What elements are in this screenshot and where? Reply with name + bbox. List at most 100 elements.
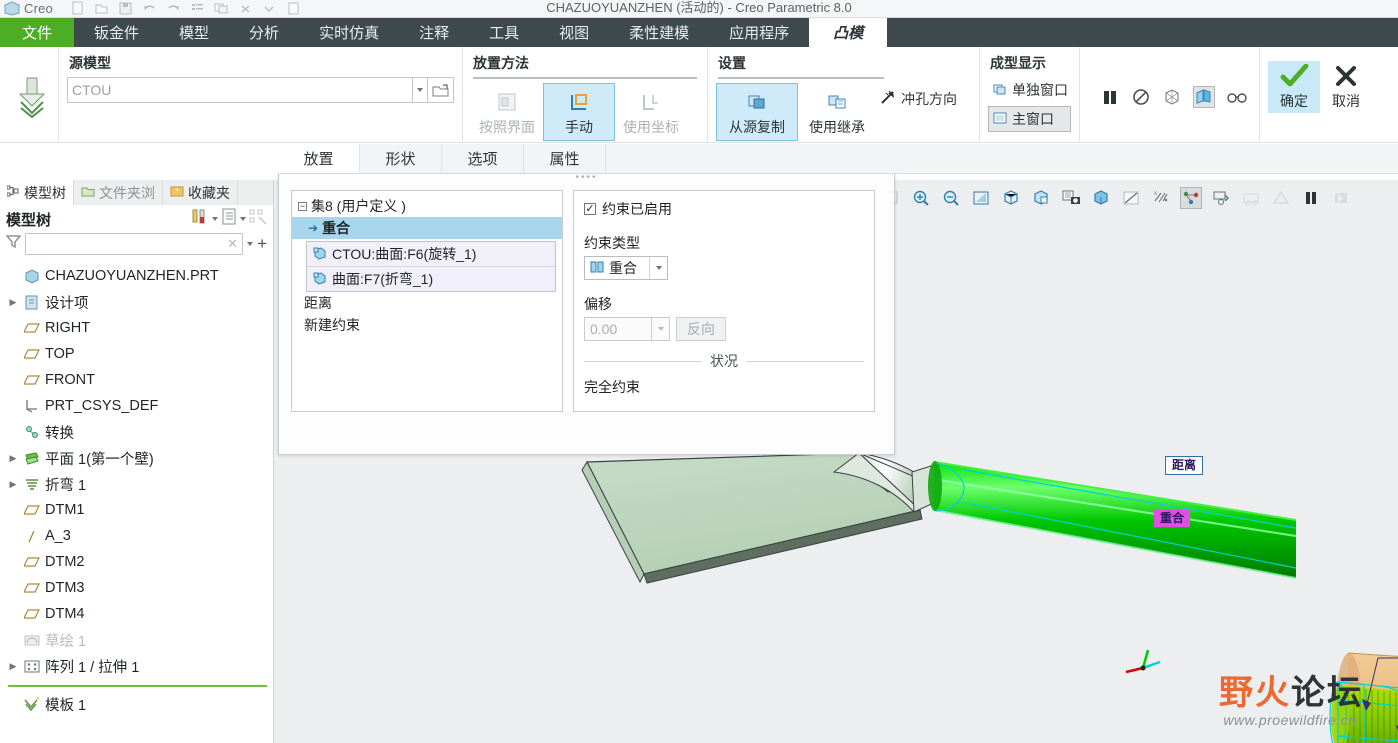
- use-inheritance-button[interactable]: 使用继承: [798, 83, 876, 141]
- customize-qat-icon[interactable]: [262, 1, 277, 16]
- constraint-type-combobox[interactable]: 重合: [584, 256, 668, 280]
- placement-by-interface-button[interactable]: 按照界面: [471, 83, 543, 141]
- chevron-down-icon[interactable]: [240, 217, 246, 221]
- ribbon-tab-sheetmetal[interactable]: 钣金件: [74, 18, 159, 47]
- ribbon-tab-flexible-modeling[interactable]: 柔性建模: [609, 18, 709, 47]
- open-file-icon[interactable]: [94, 1, 109, 16]
- tree-node-dtm1[interactable]: DTM1: [0, 497, 273, 523]
- nav-tab-folder-browser[interactable]: 文件夹浏: [74, 180, 163, 205]
- shaded-preview-icon[interactable]: [1193, 85, 1215, 108]
- tree-node-dtm4[interactable]: DTM4: [0, 601, 273, 627]
- source-model-open-button[interactable]: [428, 77, 454, 103]
- tree-node-form-1[interactable]: * 模板 1: [0, 691, 273, 717]
- ribbon-tab-view[interactable]: 视图: [539, 18, 609, 47]
- tree-node-transform[interactable]: 转换: [0, 419, 273, 445]
- tree-node-right[interactable]: RIGHT: [0, 315, 273, 341]
- separate-window-toggle[interactable]: 单独窗口: [988, 77, 1071, 103]
- wireframe-preview-icon[interactable]: [1162, 86, 1182, 108]
- reference-row-1[interactable]: CTOU:曲面:F6(旋转_1): [307, 242, 555, 266]
- constraint-enabled-row[interactable]: ✓ 约束已启用: [584, 199, 864, 219]
- placement-slideup-panel[interactable]: •••• − 集8 (用户定义 ) ➔ 重合 CTOU:曲面:F6(旋转_1) …: [278, 173, 895, 455]
- annotation-tag-distance[interactable]: 距离: [1165, 456, 1204, 475]
- dashboard-tab-placement[interactable]: 放置: [278, 144, 360, 173]
- no-preview-icon[interactable]: [1131, 86, 1151, 108]
- ribbon-tab-model[interactable]: 模型: [159, 18, 229, 47]
- save-icon[interactable]: [118, 1, 133, 16]
- tree-node-bend-1[interactable]: ▶ 折弯 1: [0, 471, 273, 497]
- tree-node-part-root[interactable]: CHAZUOYUANZHEN.PRT: [0, 263, 273, 289]
- main-window-toggle[interactable]: 主窗口: [988, 106, 1071, 132]
- plus-icon[interactable]: +: [257, 235, 267, 252]
- offset-flip-button[interactable]: 反向: [676, 317, 726, 341]
- tree-filter-off-icon[interactable]: [249, 208, 267, 230]
- cancel-button[interactable]: 取消: [1322, 61, 1370, 113]
- annotation-tag-coincident[interactable]: 重合: [1154, 510, 1191, 527]
- ribbon-tab-file[interactable]: 文件: [0, 18, 75, 47]
- tree-node-design-items[interactable]: ▶ 设计项: [0, 289, 273, 315]
- ribbon-tab-tools[interactable]: 工具: [469, 18, 539, 47]
- tree-node-prt-csys-def[interactable]: PRT_CSYS_DEF: [0, 393, 273, 419]
- ribbon-tab-live-simulation[interactable]: 实时仿真: [299, 18, 399, 47]
- tree-expander[interactable]: ▶: [8, 661, 18, 672]
- chevron-down-icon[interactable]: [247, 242, 254, 246]
- tree-node-a3[interactable]: A_3: [0, 523, 273, 549]
- new-file-icon[interactable]: [70, 1, 85, 16]
- nav-tab-model-tree[interactable]: 模型树: [0, 180, 74, 205]
- quick-access-toolbar[interactable]: Creo: [0, 0, 301, 18]
- tree-node-top[interactable]: TOP: [0, 341, 273, 367]
- dashboard-tab-properties[interactable]: 属性: [524, 144, 606, 173]
- undo-icon[interactable]: [142, 1, 157, 16]
- tree-node-pattern-extrude[interactable]: ▶ 阵列 1 / 拉伸 1: [0, 653, 273, 679]
- constraint-node-coincident[interactable]: ➔ 重合: [292, 217, 562, 239]
- tree-node-sketch-1[interactable]: 草绘 1: [0, 627, 273, 653]
- punch-direction-button[interactable]: 冲孔方向: [876, 87, 961, 111]
- pause-icon[interactable]: [1100, 86, 1120, 108]
- tree-node-first-wall[interactable]: ▶ 平面 1(第一个壁): [0, 445, 273, 471]
- ribbon-tab-applications[interactable]: 应用程序: [709, 18, 809, 47]
- constraint-set-list[interactable]: − 集8 (用户定义 ) ➔ 重合 CTOU:曲面:F6(旋转_1) 曲面:F7…: [291, 190, 563, 412]
- nav-tab-favorites[interactable]: * 收藏夹: [163, 180, 238, 205]
- offset-dropdown-button[interactable]: [652, 317, 670, 341]
- placement-use-csys-button[interactable]: 使用坐标: [615, 83, 687, 141]
- placement-manual-button[interactable]: 手动: [543, 83, 615, 141]
- tree-node-dtm3[interactable]: DTM3: [0, 575, 273, 601]
- glasses-preview-icon[interactable]: [1226, 86, 1248, 108]
- regenerate-icon[interactable]: [190, 1, 205, 16]
- ribbon-tab-punch[interactable]: 凸模: [809, 18, 888, 47]
- tree-collapse-icon[interactable]: −: [298, 201, 307, 211]
- tree-node-dtm2[interactable]: DTM2: [0, 549, 273, 575]
- constraint-enabled-checkbox[interactable]: ✓: [584, 203, 596, 215]
- close-window-icon[interactable]: [238, 1, 253, 16]
- ribbon-tab-strip[interactable]: 文件 钣金件 模型 分析 实时仿真 注释 工具 视图 柔性建模 应用程序 凸模: [0, 18, 1398, 47]
- reference-row-2[interactable]: 曲面:F7(折弯_1): [307, 266, 555, 291]
- model-tree[interactable]: CHAZUOYUANZHEN.PRT ▶ 设计项 RIGHT TOP FRONT: [0, 259, 273, 717]
- dashboard-tab-shape[interactable]: 形状: [360, 144, 442, 173]
- tree-expander[interactable]: ▶: [8, 453, 18, 464]
- clear-icon[interactable]: ✕: [227, 236, 238, 252]
- navigator-tab-bar[interactable]: 模型树 文件夹浏 * 收藏夹: [0, 180, 273, 205]
- offset-input[interactable]: 0.00: [584, 317, 652, 341]
- confirm-button[interactable]: 确定: [1268, 61, 1320, 113]
- constraint-type-dropdown-button[interactable]: [649, 257, 667, 279]
- constraint-item-distance[interactable]: 距离: [292, 292, 562, 314]
- model-tree-toolbar[interactable]: [191, 208, 267, 230]
- panel-grip-handle[interactable]: ••••: [279, 173, 894, 186]
- constraint-set-node[interactable]: − 集8 (用户定义 ): [292, 195, 562, 217]
- display-list-icon[interactable]: [221, 208, 237, 230]
- tree-node-front[interactable]: FRONT: [0, 367, 273, 393]
- source-model-input[interactable]: CTOU: [67, 77, 413, 103]
- redo-icon[interactable]: [166, 1, 181, 16]
- dashboard-tab-options[interactable]: 选项: [442, 144, 524, 173]
- doc-props-icon[interactable]: [286, 1, 301, 16]
- constraint-item-new[interactable]: 新建约束: [292, 314, 562, 336]
- window-switch-icon[interactable]: [214, 1, 229, 16]
- chevron-down-icon[interactable]: [212, 217, 218, 221]
- copy-from-source-button[interactable]: 从源复制: [716, 83, 798, 141]
- ribbon-tab-analysis[interactable]: 分析: [229, 18, 299, 47]
- source-model-dropdown-button[interactable]: [412, 77, 429, 103]
- tree-expander[interactable]: ▶: [8, 479, 18, 490]
- dashboard-tab-bar[interactable]: 放置 形状 选项 属性: [278, 144, 1398, 174]
- model-tree-filter-input[interactable]: ✕: [25, 233, 244, 255]
- tree-expander[interactable]: ▶: [8, 297, 18, 308]
- ribbon-tab-annotate[interactable]: 注释: [399, 18, 469, 47]
